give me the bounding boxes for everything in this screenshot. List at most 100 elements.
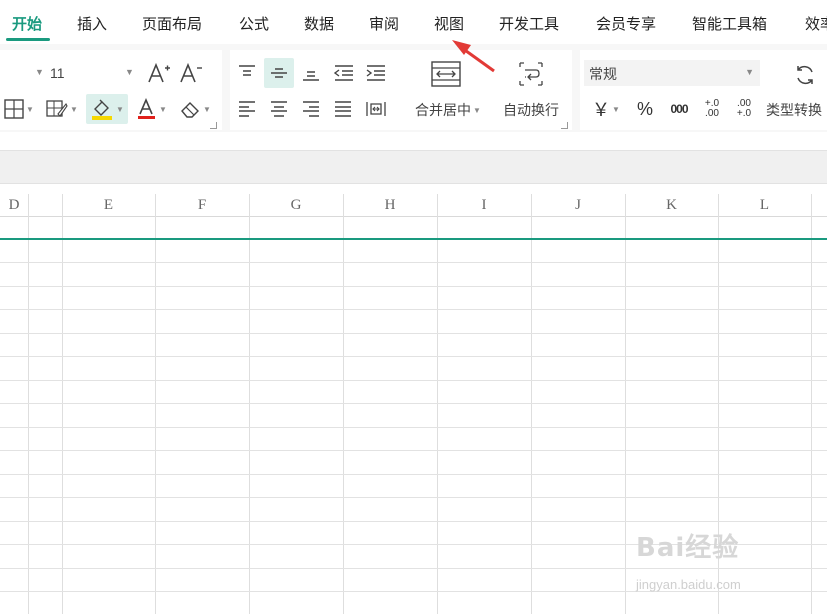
eraser-icon xyxy=(181,102,200,118)
align-left-button[interactable] xyxy=(234,96,260,122)
column-gridline xyxy=(155,194,156,614)
column-gridline xyxy=(625,194,626,614)
type-convert-button[interactable]: 类型转换 xyxy=(766,100,827,120)
fill-color-button[interactable]: ▼ xyxy=(86,94,128,124)
merge-center-label-button[interactable]: 合并居中 ▼ xyxy=(408,100,488,120)
borders-button[interactable]: ▼ xyxy=(0,96,38,122)
border-icon xyxy=(4,99,24,119)
tab-member[interactable]: 会员专享 xyxy=(596,13,656,34)
tab-review[interactable]: 审阅 xyxy=(369,13,399,34)
wrap-text-label-button[interactable]: 自动换行 xyxy=(498,100,564,120)
currency-button[interactable]: ￥ ▼ xyxy=(588,96,624,122)
tab-home[interactable]: 开始 xyxy=(12,13,42,34)
row-gridline xyxy=(0,427,827,428)
ribbon-tab-bar: 开始 插入 页面布局 公式 数据 审阅 视图 开发工具 会员专享 智能工具箱 效… xyxy=(0,0,827,44)
indent-icon xyxy=(366,65,385,81)
chevron-down-icon: ▼ xyxy=(70,104,78,114)
align-middle-button[interactable] xyxy=(264,58,294,88)
font-group: ▼ 11 ▼ ▼ ▼ ▼ ▼ ▼ xyxy=(0,50,222,130)
wrap-text-button[interactable] xyxy=(514,58,548,90)
tab-data[interactable]: 数据 xyxy=(304,13,334,34)
type-convert-icon-button[interactable] xyxy=(790,60,820,90)
alignment-dialog-launcher[interactable] xyxy=(561,122,568,129)
column-header-j[interactable]: J xyxy=(531,194,625,216)
increase-decimal-icon: +.0 .00 xyxy=(704,98,720,119)
font-color-button[interactable]: ▼ xyxy=(134,96,170,122)
align-top-icon xyxy=(239,65,255,76)
column-header-h[interactable]: H xyxy=(343,194,437,216)
column-header-i[interactable]: I xyxy=(437,194,531,216)
column-header-g[interactable]: G xyxy=(249,194,343,216)
decrease-font-size-button[interactable] xyxy=(178,60,204,86)
increase-indent-button[interactable] xyxy=(362,60,390,86)
tab-efficiency[interactable]: 效率 xyxy=(805,13,827,34)
tab-view[interactable]: 视图 xyxy=(434,13,464,34)
column-header-d[interactable]: D xyxy=(0,194,28,216)
column-gridline xyxy=(249,194,250,614)
column-gridline xyxy=(437,194,438,614)
type-convert-label: 类型转换 xyxy=(766,102,822,118)
row-gridline xyxy=(0,450,827,451)
merge-cells-icon xyxy=(431,61,461,87)
chevron-down-icon: ▼ xyxy=(125,67,134,77)
alignment-group: 合并居中 ▼ 自动换行 xyxy=(230,50,572,130)
thousands-separator-button[interactable]: 000 xyxy=(664,96,694,122)
wrap-text-icon xyxy=(519,62,543,86)
justify-button[interactable] xyxy=(330,96,356,122)
align-top-button[interactable] xyxy=(234,60,260,86)
justify-icon xyxy=(335,101,351,117)
column-gridline xyxy=(531,194,532,614)
tab-smart-toolbox[interactable]: 智能工具箱 xyxy=(692,13,767,34)
font-dialog-launcher[interactable] xyxy=(210,122,217,129)
column-header-k[interactable]: K xyxy=(625,194,718,216)
formula-bar[interactable] xyxy=(0,150,827,184)
column-header-f[interactable]: F xyxy=(155,194,249,216)
increase-decimal-button[interactable]: +.0 .00 xyxy=(698,96,726,122)
font-size-select[interactable]: ▼ 11 ▼ xyxy=(0,60,140,86)
increase-font-size-button[interactable] xyxy=(146,60,172,86)
column-gridline xyxy=(28,194,29,614)
chevron-down-icon: ▼ xyxy=(35,67,44,77)
thousands-icon: 000 xyxy=(670,102,688,116)
clear-button[interactable]: ▼ xyxy=(176,96,214,122)
row-gridline xyxy=(0,380,827,381)
column-header-e[interactable]: E xyxy=(62,194,155,216)
decrease-indent-button[interactable] xyxy=(330,60,358,86)
decrease-font-icon xyxy=(180,62,202,83)
align-bottom-icon xyxy=(303,71,319,81)
active-row-indicator xyxy=(0,238,827,240)
tab-developer[interactable]: 开发工具 xyxy=(499,13,559,34)
row-gridline xyxy=(0,497,827,498)
fill-bucket-icon xyxy=(92,99,113,120)
percent-button[interactable]: % xyxy=(632,96,658,122)
distributed-align-button[interactable] xyxy=(362,96,390,122)
column-gridline xyxy=(811,194,812,614)
watermark-logo: Bai经验 xyxy=(636,533,740,563)
tab-formulas[interactable]: 公式 xyxy=(239,13,269,34)
number-format-select[interactable]: 常规 ▼ xyxy=(584,60,760,86)
column-header-l[interactable]: L xyxy=(718,194,811,216)
column-header-row: D E F G H I J K L xyxy=(0,194,827,217)
number-format-value: 常规 xyxy=(589,66,617,82)
convert-icon xyxy=(797,66,813,84)
align-middle-icon xyxy=(271,68,287,78)
row-gridline xyxy=(0,286,827,287)
distributed-icon xyxy=(366,102,386,116)
merge-center-button[interactable] xyxy=(426,58,466,90)
chevron-down-icon: ▼ xyxy=(203,104,211,114)
font-color-icon xyxy=(138,98,156,119)
percent-icon: % xyxy=(636,98,653,119)
align-bottom-button[interactable] xyxy=(298,60,324,86)
row-gridline xyxy=(0,333,827,334)
tab-page-layout[interactable]: 页面布局 xyxy=(142,13,202,34)
decrease-decimal-button[interactable]: .00 +.0 xyxy=(730,96,758,122)
wrap-text-label: 自动换行 xyxy=(503,102,559,118)
chevron-down-icon: ▼ xyxy=(612,104,620,114)
align-left-icon xyxy=(239,101,255,117)
cell-style-button[interactable]: ▼ xyxy=(44,96,80,122)
row-gridline xyxy=(0,474,827,475)
row-gridline xyxy=(0,356,827,357)
align-center-button[interactable] xyxy=(266,96,292,122)
tab-insert[interactable]: 插入 xyxy=(77,13,107,34)
align-right-button[interactable] xyxy=(298,96,324,122)
